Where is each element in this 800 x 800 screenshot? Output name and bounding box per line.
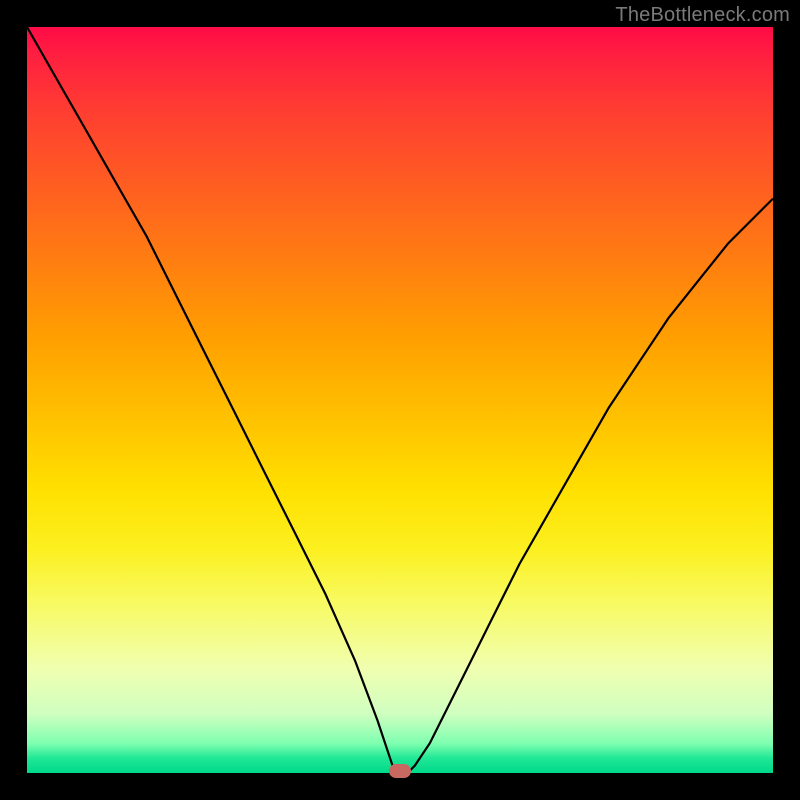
optimal-marker [389,764,411,778]
plot-area [27,27,773,773]
chart-frame: TheBottleneck.com [0,0,800,800]
watermark-text: TheBottleneck.com [615,4,790,27]
